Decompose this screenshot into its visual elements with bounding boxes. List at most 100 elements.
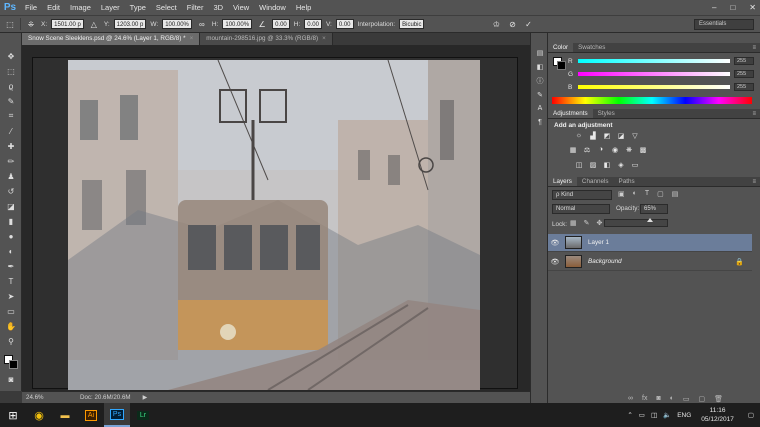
red-value[interactable]: 255 xyxy=(734,57,754,65)
threshold-icon[interactable]: ◧ xyxy=(602,160,612,169)
curves-icon[interactable]: ◩ xyxy=(602,131,612,140)
crop-tool-icon[interactable]: ⌗ xyxy=(3,110,19,122)
reference-point-icon[interactable]: ⁜ xyxy=(25,18,37,30)
opacity-slider-thumb[interactable] xyxy=(647,218,653,222)
minimize-button[interactable]: – xyxy=(712,3,716,12)
panel-menu-icon[interactable]: ≡ xyxy=(752,109,756,119)
blue-slider[interactable]: B 255 xyxy=(568,82,758,92)
layer-name[interactable]: Background xyxy=(588,258,622,265)
notifications-icon[interactable]: ▢ xyxy=(748,411,754,419)
close-button[interactable]: ✕ xyxy=(749,3,756,12)
tab-adjustments[interactable]: Adjustments xyxy=(548,109,593,118)
commit-transform-icon[interactable]: ✓ xyxy=(522,18,534,30)
color-spectrum-bar[interactable] xyxy=(552,97,752,104)
photo-filter-icon[interactable]: ◉ xyxy=(610,145,620,154)
network-icon[interactable]: ◫ xyxy=(651,411,657,419)
color-lookup-icon[interactable]: ▩ xyxy=(638,145,648,154)
interpolation-select[interactable]: Bicubic xyxy=(399,19,425,29)
lock-transparent-icon[interactable]: ▦ xyxy=(570,219,577,229)
canvas-image[interactable] xyxy=(68,60,480,390)
green-track[interactable] xyxy=(578,72,730,76)
tab-styles[interactable]: Styles xyxy=(593,109,620,118)
dodge-tool-icon[interactable]: ◐ xyxy=(3,245,19,257)
width-field[interactable]: 100.00% xyxy=(162,19,192,29)
selective-color-icon[interactable]: ◈ xyxy=(616,160,626,169)
levels-icon[interactable]: ▟ xyxy=(588,131,598,140)
lasso-tool-icon[interactable]: ϱ xyxy=(3,80,19,92)
volume-icon[interactable]: 🔈 xyxy=(663,411,671,419)
y-position-field[interactable]: 1203.00 p xyxy=(113,19,147,29)
new-adjustment-icon[interactable]: ◐ xyxy=(670,395,674,403)
gradient-map-icon[interactable]: ▭ xyxy=(630,160,640,169)
history-panel-icon[interactable]: ▤ xyxy=(534,47,546,58)
menu-view[interactable]: View xyxy=(228,0,254,15)
hand-tool-icon[interactable]: ✋ xyxy=(3,320,19,332)
paragraph-panel-icon[interactable]: ¶ xyxy=(534,117,546,128)
properties-panel-icon[interactable]: ◧ xyxy=(534,61,546,72)
black-white-icon[interactable]: ◑ xyxy=(596,145,606,154)
opacity-field[interactable]: 65% xyxy=(640,204,668,214)
background-color-chip[interactable] xyxy=(557,61,566,70)
layer-name[interactable]: Layer 1 xyxy=(588,239,609,246)
vibrance-icon[interactable]: ▽ xyxy=(630,131,640,140)
gradient-tool-icon[interactable]: ▮ xyxy=(3,215,19,227)
type-filter-icon[interactable]: T xyxy=(645,190,649,200)
lock-image-icon[interactable]: ✎ xyxy=(584,219,590,229)
color-balance-icon[interactable]: ⚖ xyxy=(582,145,592,154)
tab-layers[interactable]: Layers xyxy=(548,177,577,186)
relative-position-icon[interactable]: △ xyxy=(88,18,100,30)
red-track[interactable] xyxy=(578,59,730,63)
zoom-tool-icon[interactable]: ⚲ xyxy=(3,335,19,347)
info-panel-icon[interactable]: ⓘ xyxy=(534,75,546,86)
pen-tool-icon[interactable]: ✒ xyxy=(3,260,19,272)
menu-file[interactable]: File xyxy=(20,0,42,15)
lock-position-icon[interactable]: ✥ xyxy=(597,219,603,229)
green-slider[interactable]: G 255 xyxy=(568,69,758,79)
status-menu-icon[interactable]: ▶ xyxy=(143,394,148,401)
file-explorer-icon[interactable]: ▬ xyxy=(52,403,78,427)
green-value[interactable]: 255 xyxy=(734,70,754,78)
new-layer-icon[interactable]: ▢ xyxy=(699,395,706,403)
height-field[interactable]: 100.00% xyxy=(222,19,253,29)
menu-window[interactable]: Window xyxy=(254,0,291,15)
blue-value[interactable]: 255 xyxy=(734,83,754,91)
opacity-slider-popup[interactable] xyxy=(604,218,668,227)
menu-filter[interactable]: Filter xyxy=(182,0,209,15)
channel-mixer-icon[interactable]: ❋ xyxy=(624,145,634,154)
hue-saturation-icon[interactable]: ▦ xyxy=(568,145,578,154)
blur-tool-icon[interactable]: ● xyxy=(3,230,19,242)
panel-menu-icon[interactable]: ≡ xyxy=(752,177,756,187)
brush-panel-icon[interactable]: ✎ xyxy=(534,89,546,100)
red-slider[interactable]: R 255 xyxy=(568,56,758,66)
maximize-button[interactable]: □ xyxy=(730,3,735,12)
x-position-field[interactable]: 1501.00 p xyxy=(51,19,84,29)
adjustment-filter-icon[interactable]: ◐ xyxy=(633,190,637,200)
menu-image[interactable]: Image xyxy=(65,0,96,15)
rectangle-tool-icon[interactable]: ▭ xyxy=(3,305,19,317)
layer-filter-select[interactable]: ρ Kind xyxy=(552,190,612,200)
close-icon[interactable]: × xyxy=(190,35,194,42)
menu-edit[interactable]: Edit xyxy=(42,0,65,15)
brush-tool-icon[interactable]: ✏ xyxy=(3,155,19,167)
cancel-transform-icon[interactable]: ⊘ xyxy=(506,18,518,30)
add-mask-icon[interactable]: ◙ xyxy=(656,395,660,403)
eye-icon[interactable]: 👁 xyxy=(548,258,562,266)
menu-3d[interactable]: 3D xyxy=(208,0,228,15)
tab-swatches[interactable]: Swatches xyxy=(573,43,610,52)
new-group-icon[interactable]: ▭ xyxy=(683,395,690,403)
illustrator-icon[interactable]: Ai xyxy=(78,403,104,427)
tab-color[interactable]: Color xyxy=(548,43,574,52)
move-tool-icon[interactable]: ✥ xyxy=(3,50,19,62)
stamp-tool-icon[interactable]: ♟ xyxy=(3,170,19,182)
menu-help[interactable]: Help xyxy=(291,0,316,15)
posterize-icon[interactable]: ▨ xyxy=(588,160,598,169)
photoshop-taskbar-icon[interactable]: Ps xyxy=(104,403,130,427)
smart-filter-icon[interactable]: ▤ xyxy=(672,190,679,200)
shape-filter-icon[interactable]: ▢ xyxy=(657,190,664,200)
character-panel-icon[interactable]: A xyxy=(534,103,546,114)
h-skew-field[interactable]: 0.00 xyxy=(304,19,322,29)
quick-mask-icon[interactable]: ◙ xyxy=(3,373,19,385)
brightness-contrast-icon[interactable]: ☼ xyxy=(574,131,584,140)
layer-row[interactable]: 👁 Layer 1 xyxy=(548,234,752,252)
panel-menu-icon[interactable]: ≡ xyxy=(752,43,756,53)
